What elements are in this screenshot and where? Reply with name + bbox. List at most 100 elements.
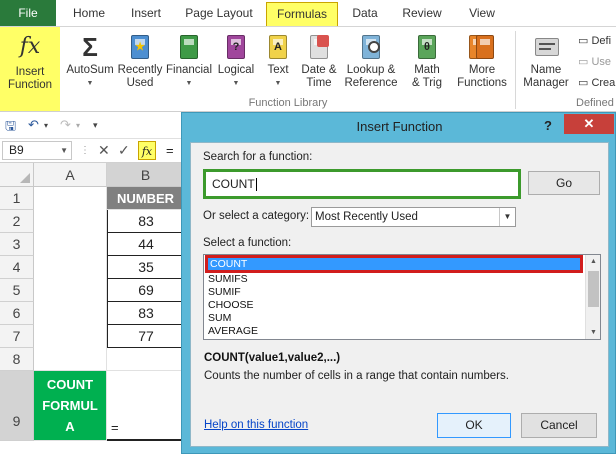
- tab-file[interactable]: File: [0, 0, 56, 26]
- scroll-up-icon[interactable]: ▲: [586, 255, 600, 268]
- help-icon[interactable]: ?: [536, 115, 560, 137]
- save-icon[interactable]: 🖫: [5, 117, 16, 139]
- magnifier-book-icon: [356, 32, 386, 62]
- cancel-entry-icon[interactable]: ✕: [98, 141, 110, 160]
- insert-function-label-line2: Function: [7, 79, 53, 91]
- date-time-label-line2: Time: [306, 77, 332, 89]
- cell-b1-header[interactable]: NUMBER: [107, 187, 185, 210]
- use-in-formula-button[interactable]: ▭ Use: [578, 52, 616, 73]
- list-item-selected[interactable]: COUNT: [205, 255, 583, 273]
- tab-home[interactable]: Home: [64, 0, 114, 26]
- redo-dropdown-icon[interactable]: ▾: [76, 121, 80, 130]
- list-item[interactable]: AVERAGE: [206, 325, 586, 338]
- function-library-group-label: Function Library: [248, 97, 328, 109]
- tab-insert[interactable]: Insert: [122, 0, 170, 26]
- select-all-corner[interactable]: [0, 163, 34, 187]
- list-item[interactable]: SUMIF: [206, 286, 586, 299]
- text-label: Text: [267, 64, 289, 76]
- financial-label: Financial: [165, 64, 213, 76]
- chevron-down-icon[interactable]: ▼: [60, 142, 68, 159]
- cell-b4[interactable]: 35: [107, 256, 185, 279]
- row-header-7[interactable]: 7: [0, 325, 34, 348]
- use-in-formula-label: Use: [591, 56, 612, 68]
- cell-b9-value: =: [111, 420, 119, 435]
- cell-b2[interactable]: 83: [107, 210, 185, 233]
- undo-dropdown-icon[interactable]: ▾: [44, 121, 48, 130]
- search-function-input[interactable]: COUNT: [203, 169, 521, 199]
- question-glyph: ?: [232, 41, 240, 53]
- confirm-entry-icon[interactable]: ✓: [118, 141, 130, 160]
- cell-a9-line1: COUNT: [46, 377, 94, 392]
- go-button[interactable]: Go: [528, 171, 600, 195]
- lookup-label-line1: Lookup &: [346, 64, 396, 76]
- define-name-label: Defi: [591, 35, 612, 47]
- insert-function-button[interactable]: fx Insert Function: [0, 27, 60, 111]
- name-manager-label-line1: Name: [530, 64, 562, 76]
- cell-a9-line3: A: [65, 419, 75, 434]
- row-header-6[interactable]: 6: [0, 302, 34, 325]
- row-header-5[interactable]: 5: [0, 279, 34, 302]
- financial-book-icon: [174, 32, 204, 62]
- insert-function-fx-button[interactable]: fx: [138, 141, 156, 160]
- stacked-books-icon: [467, 32, 497, 62]
- cell-a9-label[interactable]: COUNT FORMUL A: [34, 371, 107, 441]
- chevron-down-icon[interactable]: ▼: [499, 208, 515, 226]
- cell-b3[interactable]: 44: [107, 233, 185, 256]
- lookup-label-line2: Reference: [344, 77, 398, 89]
- row-header-1[interactable]: 1: [0, 187, 34, 210]
- row-header-3[interactable]: 3: [0, 233, 34, 256]
- tab-data[interactable]: Data: [345, 0, 385, 26]
- cell-b8[interactable]: [107, 348, 185, 371]
- list-item[interactable]: IF: [206, 338, 586, 339]
- help-on-function-link[interactable]: Help on this function: [204, 419, 308, 431]
- more-functions-label-line1: More: [468, 64, 496, 76]
- function-description: Counts the number of cells in a range th…: [204, 370, 509, 382]
- select-function-label: Select a function:: [203, 237, 292, 249]
- row-header-8[interactable]: 8: [0, 348, 34, 371]
- ok-button[interactable]: OK: [437, 413, 511, 438]
- function-signature: COUNT(value1,value2,...): [204, 352, 341, 364]
- scrollbar-thumb[interactable]: [588, 271, 599, 307]
- customize-toolbar-icon[interactable]: ▾: [93, 120, 98, 131]
- list-item[interactable]: SUM: [206, 312, 586, 325]
- row-header-2[interactable]: 2: [0, 210, 34, 233]
- math-trig-label-line2: & Trig: [411, 77, 443, 89]
- list-item[interactable]: SUMIFS: [206, 273, 586, 286]
- category-select[interactable]: Most Recently Used ▼: [311, 207, 516, 227]
- tab-page-layout[interactable]: Page Layout: [178, 0, 260, 26]
- list-item[interactable]: CHOOSE: [206, 299, 586, 312]
- recently-used-label-line2: Used: [126, 77, 154, 89]
- cell-b7[interactable]: 77: [107, 325, 185, 348]
- name-tag-icon: [531, 32, 561, 62]
- ribbon-divider: [515, 31, 516, 109]
- function-listbox[interactable]: COUNT SUMIFS SUMIF CHOOSE SUM AVERAGE IF…: [203, 254, 601, 340]
- name-box-value: B9: [9, 143, 24, 157]
- dropdown-arrow-icon: ▼: [274, 80, 282, 87]
- redo-icon[interactable]: ↷: [60, 117, 71, 133]
- cancel-button[interactable]: Cancel: [521, 413, 597, 438]
- close-icon[interactable]: ✕: [564, 114, 614, 134]
- cells-a1-a8[interactable]: [34, 187, 107, 371]
- create-from-selection-button[interactable]: ▭ Crea: [578, 73, 616, 94]
- scroll-down-icon[interactable]: ▼: [586, 326, 600, 339]
- defined-names-group-label: Defined: [576, 97, 614, 109]
- sigma-icon: Σ: [75, 32, 105, 62]
- cell-b5[interactable]: 69: [107, 279, 185, 302]
- row-header-4[interactable]: 4: [0, 256, 34, 279]
- row-header-9[interactable]: 9: [0, 371, 34, 441]
- listbox-scrollbar[interactable]: ▲ ▼: [585, 255, 600, 339]
- cell-b6[interactable]: 83: [107, 302, 185, 325]
- column-header-a[interactable]: A: [34, 163, 107, 187]
- dropdown-arrow-icon: ▼: [185, 80, 193, 87]
- formula-content[interactable]: =: [166, 141, 174, 160]
- cell-a9-line2: FORMUL: [42, 398, 98, 413]
- undo-icon[interactable]: ↶: [28, 117, 39, 133]
- tab-formulas[interactable]: Formulas: [266, 2, 338, 26]
- name-box[interactable]: B9 ▼: [2, 141, 72, 160]
- column-header-b[interactable]: B: [107, 163, 185, 187]
- tab-review[interactable]: Review: [393, 0, 451, 26]
- tab-view[interactable]: View: [460, 0, 504, 26]
- cell-b9-active[interactable]: =: [107, 371, 185, 441]
- name-manager-button[interactable]: Name Manager: [520, 29, 572, 109]
- define-name-button[interactable]: ▭ Defi: [578, 31, 616, 52]
